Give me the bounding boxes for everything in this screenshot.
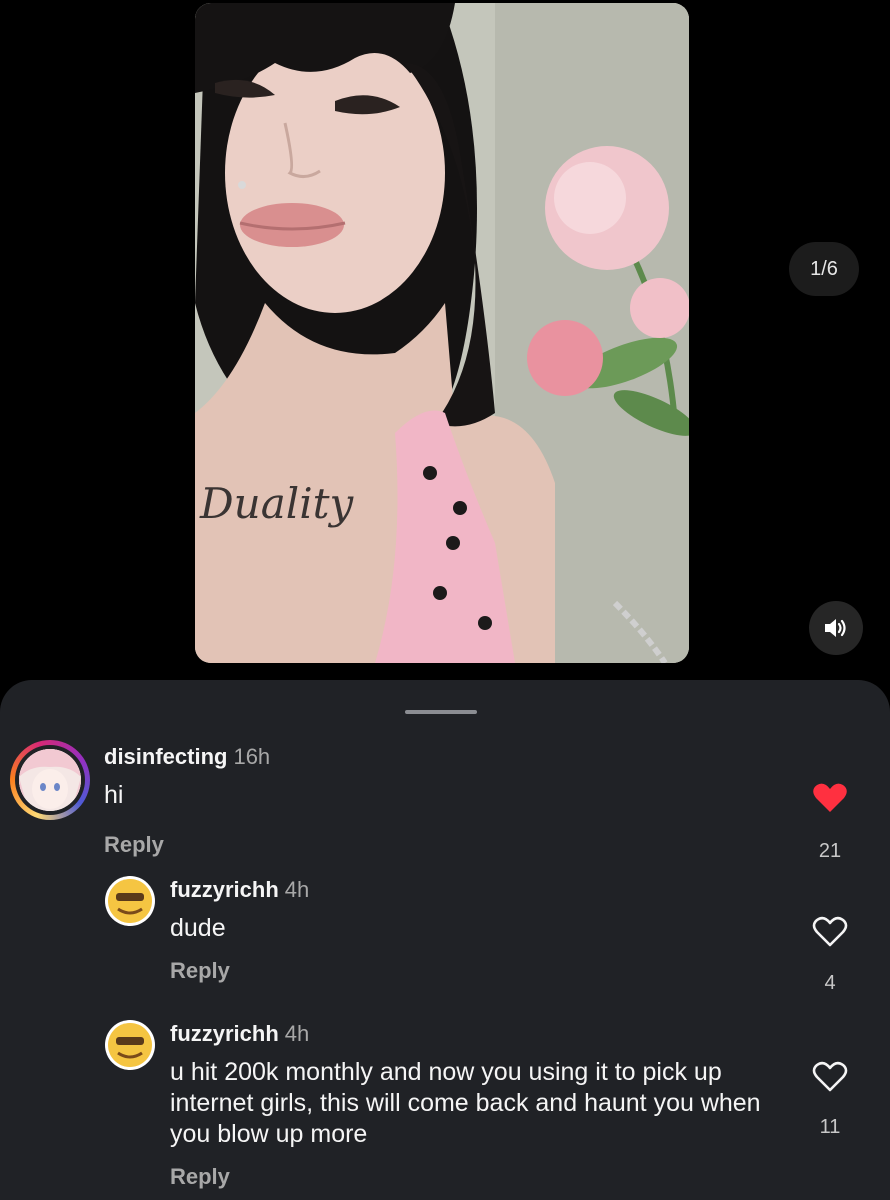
like-count: 21 <box>818 840 842 862</box>
emoji-avatar-icon <box>108 879 152 923</box>
comment-header: fuzzyrichh 4h <box>170 877 309 903</box>
comment-username[interactable]: fuzzyrichh <box>170 1021 279 1046</box>
page-counter: 1/6 <box>789 242 859 296</box>
comment-username[interactable]: fuzzyrichh <box>170 877 279 902</box>
avatar[interactable] <box>105 1020 155 1070</box>
comment-timestamp: 4h <box>284 1021 310 1046</box>
comment-text: hi <box>104 781 124 809</box>
heart-outline-icon[interactable] <box>812 1061 848 1093</box>
post-photo-illustration: Duality <box>195 3 689 663</box>
reply-button[interactable]: Reply <box>104 832 164 858</box>
comment-header: disinfecting 16h <box>104 744 270 770</box>
avatar[interactable] <box>10 740 90 820</box>
emoji-avatar-icon <box>108 1023 152 1067</box>
comment-timestamp: 16h <box>233 744 271 769</box>
reply-button[interactable]: Reply <box>170 1164 230 1190</box>
heart-filled-icon[interactable] <box>812 782 848 814</box>
like-count: 11 <box>819 1116 841 1138</box>
tattoo-text: Duality <box>199 479 355 528</box>
anime-avatar-icon <box>19 749 81 811</box>
drag-handle[interactable] <box>405 710 477 714</box>
comment-text: dude <box>170 914 226 942</box>
comment-username[interactable]: disinfecting <box>104 744 227 769</box>
comments-screen: Duality 1/6 disinfecting 16h hi Reply 21… <box>0 0 890 1200</box>
reply-button[interactable]: Reply <box>170 958 230 984</box>
avatar[interactable] <box>105 876 155 926</box>
sound-toggle-button[interactable] <box>809 601 863 655</box>
like-count: 4 <box>824 972 836 994</box>
comment-timestamp: 4h <box>284 877 310 902</box>
speaker-icon <box>825 619 846 637</box>
comment-header: fuzzyrichh 4h <box>170 1021 309 1047</box>
comment-text: u hit 200k monthly and now you using it … <box>170 1058 761 1148</box>
comments-sheet: disinfecting 16h hi Reply 21 fuzzyrichh 4h… <box>0 680 890 1200</box>
heart-outline-icon[interactable] <box>812 916 848 948</box>
post-image[interactable]: Duality <box>195 3 689 663</box>
